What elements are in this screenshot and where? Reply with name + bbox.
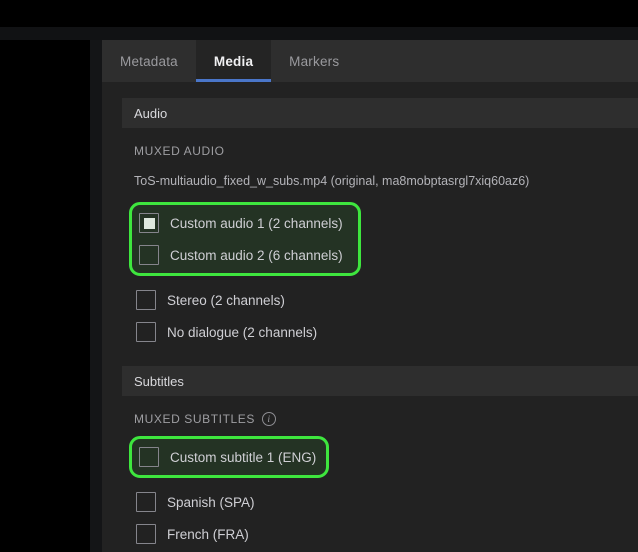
checkbox-stereo[interactable] (136, 290, 156, 310)
sidebar-gutter (90, 40, 102, 552)
section-header-audio: Audio (122, 98, 638, 128)
tab-metadata-label: Metadata (120, 53, 178, 69)
group-label-muxed-audio: MUXED AUDIO (122, 142, 638, 160)
title-bar (0, 0, 638, 27)
checkbox-label-custom-audio-2: Custom audio 2 (6 channels) (170, 247, 343, 263)
checkbox-french[interactable] (136, 524, 156, 544)
group-label-muxed-subtitles-text: MUXED SUBTITLES (134, 412, 256, 426)
section-title-subtitles: Subtitles (134, 373, 184, 389)
checkbox-custom-audio-2[interactable] (139, 245, 159, 265)
checkbox-label-stereo: Stereo (2 channels) (167, 292, 285, 308)
tab-markers[interactable]: Markers (271, 40, 357, 82)
tab-markers-label: Markers (289, 53, 340, 69)
checkbox-row-french[interactable]: French (FRA) (122, 518, 638, 550)
left-sidebar-panel (0, 40, 90, 552)
checkbox-row-custom-audio-1[interactable]: Custom audio 1 (2 channels) (132, 207, 358, 239)
highlight-box-custom-audio: Custom audio 1 (2 channels) Custom audio… (129, 202, 361, 276)
checkbox-label-spanish: Spanish (SPA) (167, 494, 255, 510)
checkbox-label-custom-audio-1: Custom audio 1 (2 channels) (170, 215, 343, 231)
checkbox-label-no-dialogue: No dialogue (2 channels) (167, 324, 318, 340)
section-body-subtitles: MUXED SUBTITLES i Custom subtitle 1 (ENG… (122, 396, 638, 552)
group-label-muxed-subtitles: MUXED SUBTITLES i (122, 410, 638, 428)
checkbox-custom-audio-1[interactable] (139, 213, 159, 233)
toolbar-strip (0, 27, 638, 40)
tab-bar: Metadata Media Markers (102, 40, 638, 82)
info-icon[interactable]: i (262, 412, 277, 426)
source-filename-audio: ToS-multiaudio_fixed_w_subs.mp4 (origina… (134, 174, 530, 188)
group-label-muxed-audio-text: MUXED AUDIO (134, 144, 225, 158)
section-body-audio: MUXED AUDIO ToS-multiaudio_fixed_w_subs.… (122, 128, 638, 366)
highlight-box-custom-subtitle: Custom subtitle 1 (ENG) (129, 436, 329, 478)
tab-media[interactable]: Media (195, 40, 272, 82)
checkbox-row-no-dialogue[interactable]: No dialogue (2 channels) (122, 316, 638, 348)
checkbox-row-spanish[interactable]: Spanish (SPA) (122, 486, 638, 518)
checkbox-spanish[interactable] (136, 492, 156, 512)
media-panel-scroll[interactable]: Audio MUXED AUDIO ToS-multiaudio_fixed_w… (102, 82, 638, 552)
checkbox-label-custom-subtitle-1: Custom subtitle 1 (ENG) (170, 449, 317, 465)
checkbox-no-dialogue[interactable] (136, 322, 156, 342)
checkbox-custom-subtitle-1[interactable] (139, 447, 159, 467)
checkbox-row-stereo[interactable]: Stereo (2 channels) (122, 284, 638, 316)
section-title-audio: Audio (134, 105, 168, 121)
checkbox-label-french: French (FRA) (167, 526, 249, 542)
tab-media-label: Media (213, 53, 254, 69)
main-content: Metadata Media Markers Audio MUXED AUDIO… (102, 40, 638, 552)
checkbox-row-custom-subtitle-1[interactable]: Custom subtitle 1 (ENG) (132, 441, 326, 473)
section-header-subtitles: Subtitles (122, 366, 638, 396)
checkbox-row-custom-audio-2[interactable]: Custom audio 2 (6 channels) (132, 239, 358, 271)
app-window: Metadata Media Markers Audio MUXED AUDIO… (0, 0, 638, 552)
tab-metadata[interactable]: Metadata (102, 40, 196, 82)
